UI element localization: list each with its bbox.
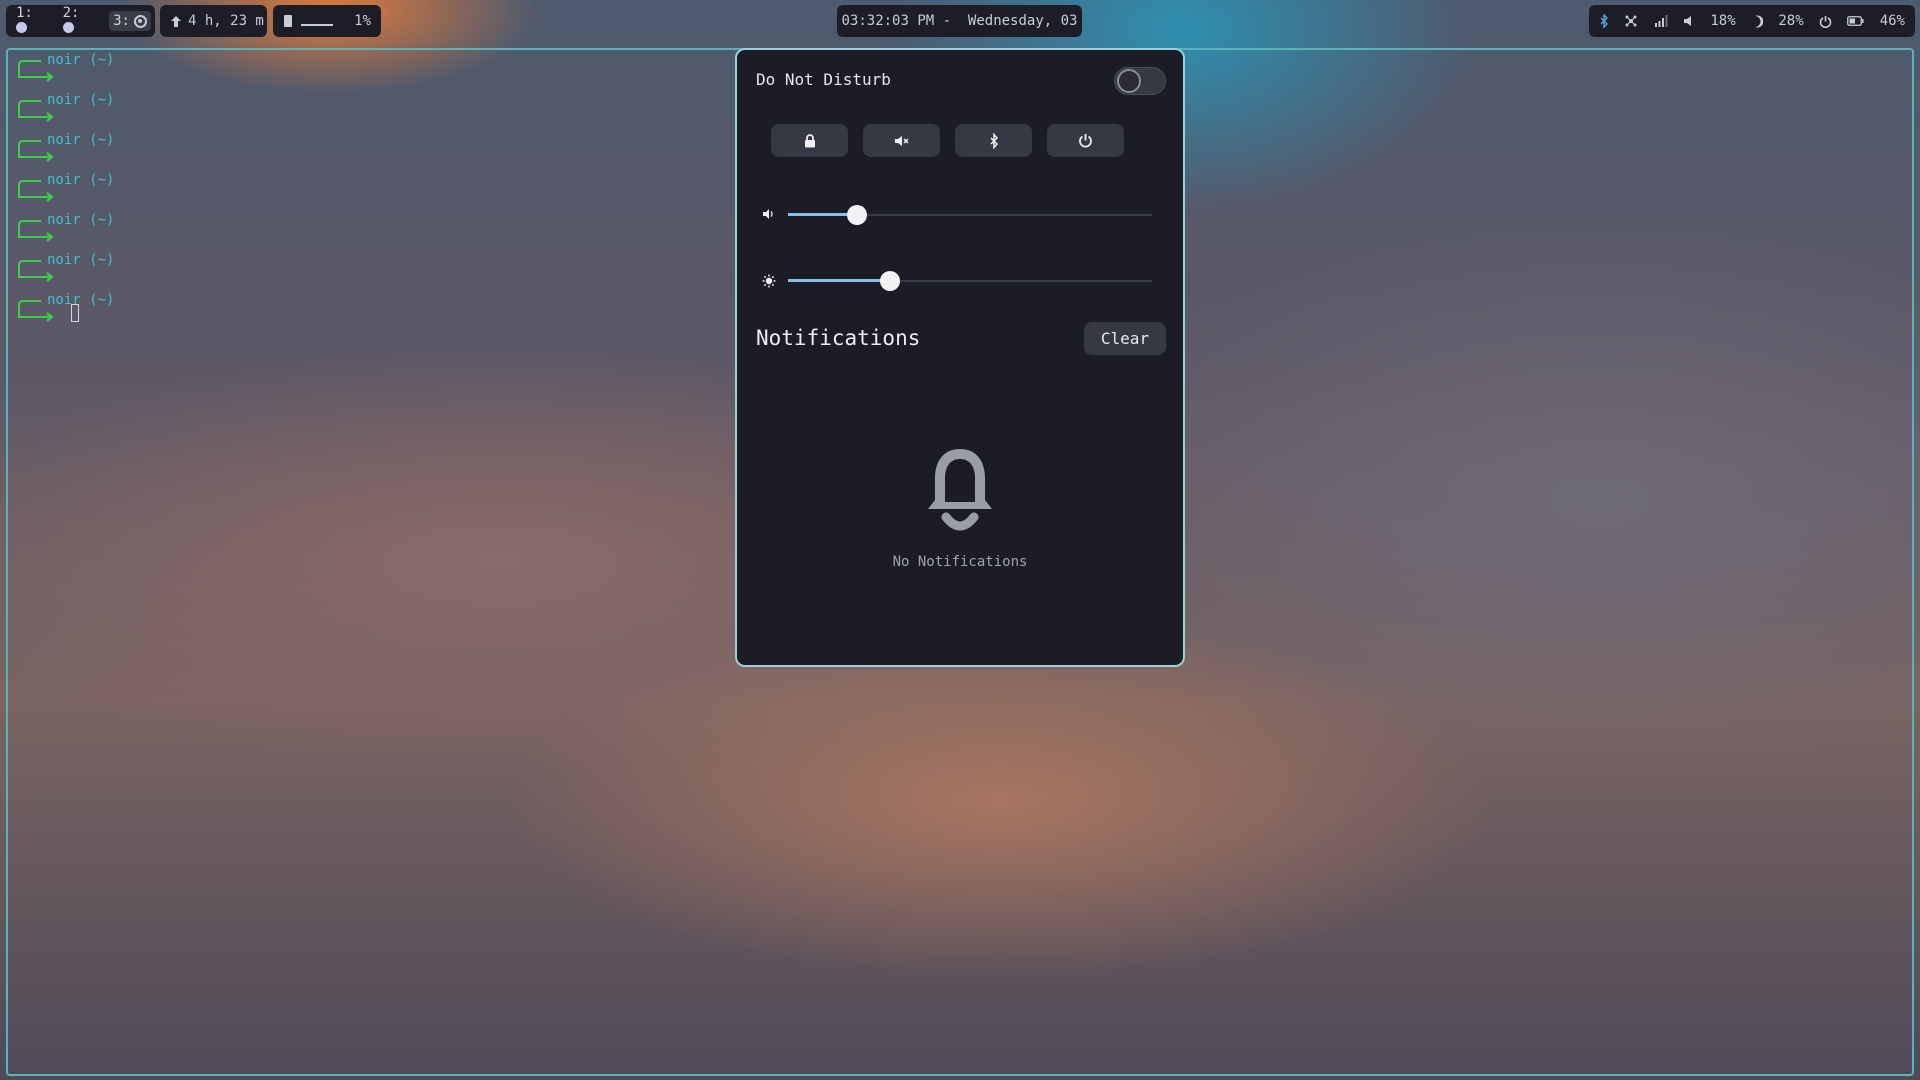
workspace-dot-icon — [62, 22, 74, 33]
battery-icon — [1847, 16, 1864, 26]
workspace-3[interactable]: 3: — [109, 11, 151, 31]
volume-icon[interactable] — [1683, 15, 1695, 27]
mute-button[interactable] — [863, 124, 940, 157]
brightness-percent: 28% — [1778, 13, 1804, 29]
workspace-dot-icon — [16, 22, 27, 33]
active-workspace-icon — [133, 14, 147, 28]
brightness-icon — [762, 274, 776, 288]
uptime-widget: 4 h, 23 m — [160, 5, 267, 37]
prompt-user: noir (~) — [47, 172, 115, 188]
mute-icon — [894, 135, 909, 146]
prompt-user: noir (~) — [47, 212, 115, 228]
lock-icon — [804, 133, 815, 147]
prompt-user: noir (~) — [47, 252, 115, 268]
clear-notifications-button[interactable]: Clear — [1084, 322, 1166, 355]
media-progress-line — [301, 16, 333, 26]
network-icon[interactable] — [1624, 14, 1638, 28]
brightness-slider[interactable] — [762, 271, 1152, 291]
file-icon — [284, 15, 292, 27]
lock-button[interactable] — [771, 124, 848, 157]
clock-text: 03:32:03 PM - Wednesday, 03 — [841, 13, 1078, 29]
volume-slider[interactable] — [762, 205, 1152, 225]
bluetooth-icon — [989, 132, 998, 149]
text-cursor — [71, 304, 79, 322]
prompt-user: noir (~) — [47, 92, 115, 108]
prompt-user: noir (~) — [47, 52, 115, 68]
slider-thumb[interactable] — [847, 205, 868, 225]
toggle-knob — [1117, 69, 1141, 93]
moon-icon[interactable] — [1751, 15, 1764, 28]
prompt-user: noir (~) — [47, 132, 115, 148]
slider-fill — [788, 279, 890, 282]
speaker-icon — [763, 209, 773, 219]
power-button[interactable] — [1047, 124, 1124, 157]
arrow-up-icon — [171, 15, 181, 27]
power-icon[interactable] — [1819, 15, 1832, 28]
dnd-toggle[interactable] — [1114, 67, 1166, 95]
slider-thumb[interactable] — [879, 271, 900, 291]
bluetooth-button[interactable] — [955, 124, 1032, 157]
battery-percent: 46% — [1879, 13, 1905, 29]
prompt-user: noir (~) — [47, 292, 115, 308]
bluetooth-icon[interactable] — [1599, 14, 1609, 28]
signal-icon[interactable] — [1654, 15, 1668, 27]
workspace-1[interactable]: 1: — [16, 5, 57, 37]
workspace-2[interactable]: 2: — [62, 5, 104, 37]
bell-icon — [928, 449, 992, 531]
control-center-panel: Do Not Disturb Notifications Clear No No… — [735, 48, 1185, 667]
media-widget[interactable]: 1% — [273, 5, 381, 37]
power-icon — [1079, 134, 1092, 148]
uptime-text: 4 h, 23 m — [188, 13, 264, 29]
system-tray: 18% 28% 46% — [1589, 5, 1915, 37]
notifications-title: Notifications — [756, 326, 921, 350]
empty-notifications-text: No Notifications — [892, 554, 1028, 570]
dnd-label: Do Not Disturb — [756, 70, 891, 89]
volume-percent: 18% — [1710, 13, 1736, 29]
media-percent: 1% — [354, 13, 371, 29]
clock-widget[interactable]: 03:32:03 PM - Wednesday, 03 — [837, 5, 1082, 37]
workspace-switcher: 1: 2: 3: — [6, 5, 155, 37]
